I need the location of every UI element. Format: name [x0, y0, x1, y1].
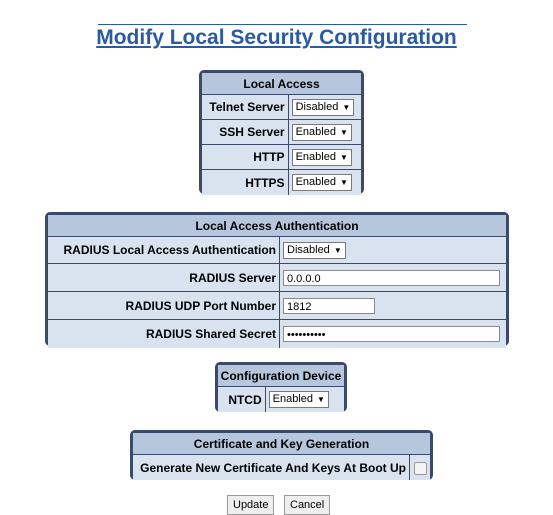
- update-button[interactable]: Update: [227, 495, 275, 515]
- telnet-server-label: Telnet Server: [202, 95, 289, 120]
- chevron-down-icon: ▼: [339, 178, 348, 187]
- ntcd-label: NTCD: [218, 387, 266, 412]
- auth-header: Local Access Authentication: [48, 215, 506, 237]
- udp-port-label: RADIUS UDP Port Number: [48, 292, 280, 320]
- local-access-panel: Local Access Telnet Server Disabled ▼ SSH…: [199, 70, 364, 195]
- chevron-down-icon: ▼: [317, 395, 325, 404]
- shared-secret-label: RADIUS Shared Secret: [48, 320, 280, 348]
- https-label: HTTPS: [202, 170, 289, 195]
- radius-server-label: RADIUS Server: [48, 264, 280, 292]
- http-select[interactable]: Enabled ▼: [291, 148, 352, 166]
- title-overline: [98, 24, 467, 25]
- cert-header: Certificate and Key Generation: [133, 433, 430, 455]
- chevron-down-icon: ▼: [333, 245, 342, 255]
- ntcd-select[interactable]: Enabled ▼: [268, 391, 329, 408]
- local-access-header: Local Access: [202, 73, 361, 95]
- chevron-down-icon: ▼: [339, 152, 348, 162]
- https-select[interactable]: Enabled ▼: [291, 174, 352, 191]
- radius-local-select[interactable]: Disabled ▼: [283, 241, 346, 259]
- local-access-auth-panel: Local Access Authentication RADIUS Local…: [45, 212, 509, 348]
- ssh-server-select[interactable]: Enabled ▼: [291, 123, 352, 141]
- telnet-server-select[interactable]: Disabled ▼: [291, 98, 355, 116]
- radius-local-label: RADIUS Local Access Authentication: [48, 237, 280, 264]
- cancel-button[interactable]: Cancel: [284, 495, 331, 515]
- ssh-server-label: SSH Server: [202, 120, 289, 145]
- http-label: HTTP: [202, 145, 289, 170]
- radius-server-input[interactable]: 0.0.0.0: [283, 269, 500, 286]
- generate-cert-checkbox[interactable]: [413, 461, 427, 475]
- cert-panel: Certificate and Key Generation Generate …: [130, 430, 433, 480]
- page-title: Modify Local Security Configuration: [96, 26, 457, 49]
- chevron-down-icon: ▼: [342, 102, 351, 112]
- config-device-header: Configuration Device: [218, 365, 344, 387]
- chevron-down-icon: ▼: [339, 127, 348, 137]
- cert-label: Generate New Certificate And Keys At Boo…: [133, 455, 410, 480]
- shared-secret-input[interactable]: ••••••••••: [283, 326, 500, 342]
- udp-port-input[interactable]: 1812: [283, 297, 375, 314]
- config-device-panel: Configuration Device NTCD Enabled ▼: [215, 362, 347, 412]
